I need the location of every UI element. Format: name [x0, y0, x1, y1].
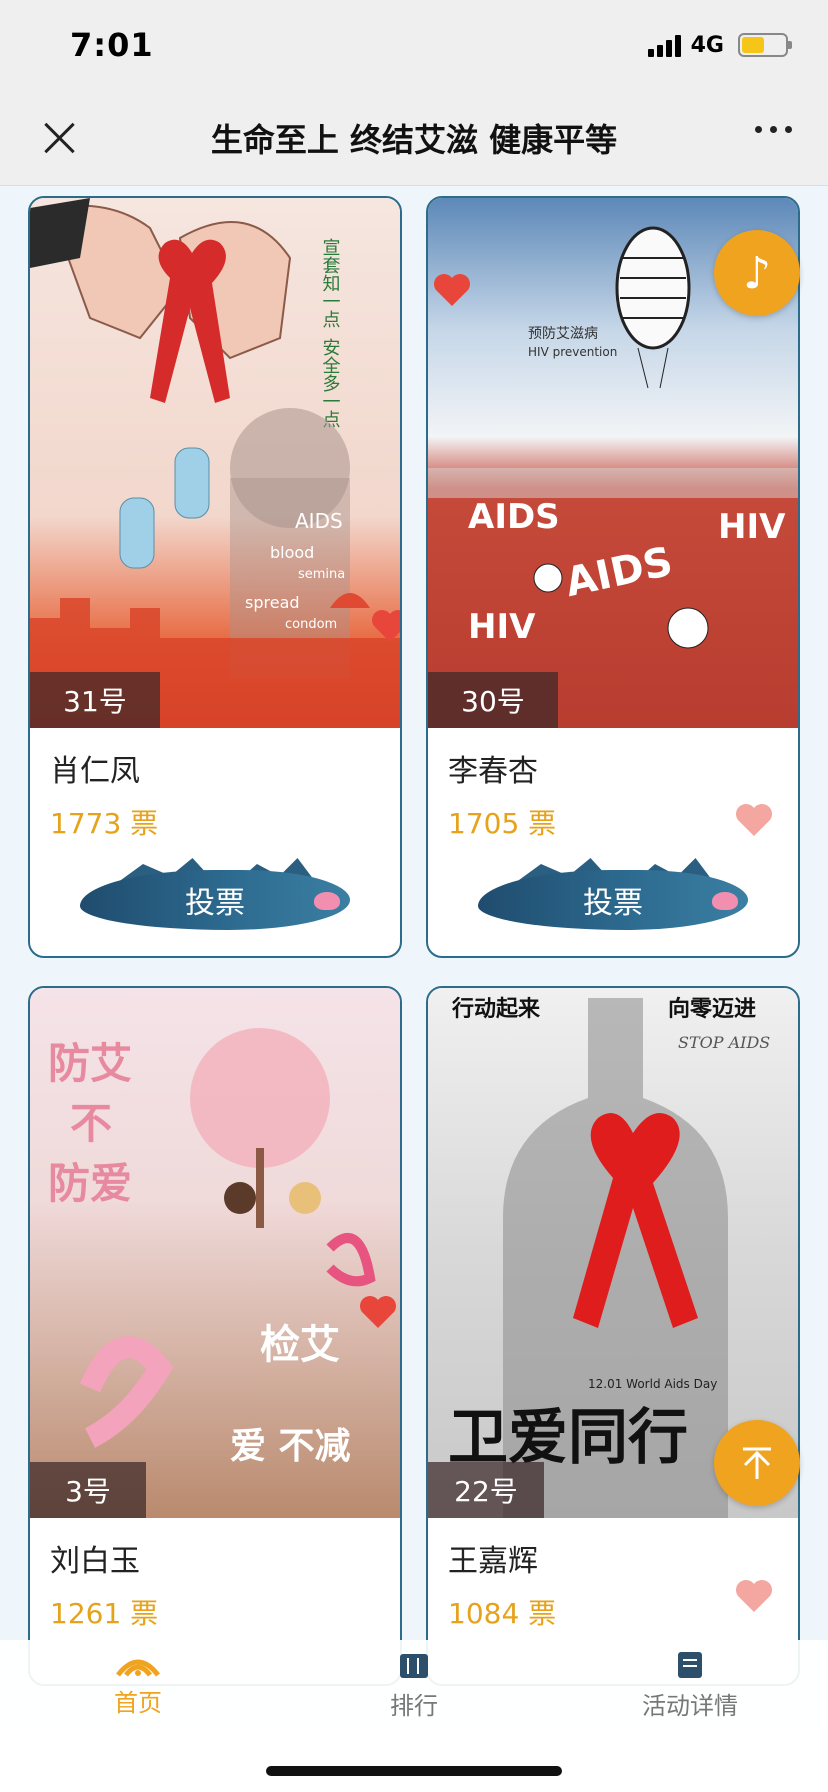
- svg-text:spread: spread: [245, 593, 300, 612]
- vote-button[interactable]: 投票: [80, 858, 350, 940]
- page-title: 生命至上 终结艾滋 健康平等: [210, 120, 618, 159]
- entry-votes: 1084 票: [448, 1597, 557, 1630]
- bottom-safe-area: [0, 1730, 828, 1792]
- like-heart-icon[interactable]: [734, 1578, 774, 1614]
- tab-ranking-label: 排行: [390, 1691, 438, 1720]
- entry-number-badge: 22号: [428, 1462, 544, 1518]
- page: 7:01 4G 生命至上 终结艾滋 健康平等 宣套知一点 安全多一点 AIDS …: [0, 0, 828, 1792]
- entry-number-badge: 3号: [30, 1462, 146, 1518]
- svg-text:防爱: 防爱: [48, 1159, 132, 1208]
- svg-text:不: 不: [70, 1099, 112, 1148]
- ranking-icon: [400, 1653, 428, 1678]
- svg-text:semina: semina: [298, 567, 345, 582]
- entry-name: 肖仁凤: [50, 754, 140, 789]
- more-icon[interactable]: [755, 126, 792, 133]
- arrow-up-icon: [743, 1447, 771, 1479]
- poster-illustration: 宣套知一点 安全多一点 AIDS blood semina spread con…: [30, 198, 400, 728]
- entry-card[interactable]: 行动起来 向零迈进 STOP AIDS 12.01 World Aids Day…: [426, 986, 800, 1686]
- svg-text:AIDS: AIDS: [561, 539, 676, 606]
- status-bar: 7:01 4G: [0, 0, 828, 90]
- home-indicator[interactable]: [266, 1766, 562, 1776]
- status-indicators: 4G: [647, 32, 792, 58]
- svg-text:HIV prevention: HIV prevention: [528, 345, 617, 359]
- svg-text:预防艾滋病: 预防艾滋病: [528, 326, 598, 342]
- vote-button-label: 投票: [583, 886, 643, 921]
- poster-illustration: 防艾 不 防爱 检艾 爱 不减: [48, 1028, 376, 1467]
- heart-icon: [432, 272, 472, 308]
- svg-text:AIDS: AIDS: [295, 509, 343, 533]
- back-to-top-button[interactable]: [714, 1420, 800, 1506]
- entry-number-badge: 31号: [30, 672, 160, 728]
- music-note-icon: ♪: [742, 247, 772, 299]
- svg-text:HIV: HIV: [468, 607, 536, 647]
- svg-text:12.01 World Aids Day: 12.01 World Aids Day: [588, 1377, 717, 1391]
- document-icon: [678, 1651, 702, 1678]
- svg-text:AIDS: AIDS: [468, 497, 560, 537]
- tab-home-label: 首页: [114, 1688, 162, 1717]
- svg-text:STOP AIDS: STOP AIDS: [678, 1033, 770, 1052]
- like-heart-icon[interactable]: [734, 802, 774, 838]
- entry-name: 李春杏: [448, 754, 538, 789]
- vote-button-label: 投票: [185, 886, 245, 921]
- entry-poster[interactable]: 防艾 不 防爱 检艾 爱 不减 3号: [30, 988, 400, 1518]
- svg-text:行动起来: 行动起来: [451, 996, 541, 1022]
- svg-text:检艾: 检艾: [260, 1322, 340, 1368]
- entry-votes: 1773 票: [50, 807, 159, 840]
- tab-activity-details-label: 活动详情: [642, 1691, 738, 1720]
- heart-icon: [358, 1294, 398, 1330]
- svg-text:爱 不减: 爱 不减: [230, 1426, 351, 1467]
- svg-text:blood: blood: [270, 543, 314, 562]
- battery-icon: [738, 33, 792, 57]
- music-button[interactable]: ♪: [714, 230, 800, 316]
- entry-card[interactable]: 宣套知一点 安全多一点 AIDS blood semina spread con…: [28, 196, 402, 958]
- heart-icon: [370, 608, 400, 644]
- network-type: 4G: [690, 32, 724, 58]
- entry-name: 刘白玉: [50, 1544, 140, 1579]
- entry-votes: 1705 票: [448, 807, 557, 840]
- close-icon[interactable]: [36, 114, 84, 162]
- svg-text:防艾: 防艾: [48, 1039, 132, 1088]
- entry-poster[interactable]: 宣套知一点 安全多一点 AIDS blood semina spread con…: [30, 198, 400, 728]
- vote-button[interactable]: 投票: [478, 858, 748, 940]
- svg-text:向零迈进: 向零迈进: [668, 996, 756, 1022]
- entry-name: 王嘉辉: [448, 1544, 538, 1579]
- tab-activity-details[interactable]: 活动详情: [552, 1640, 828, 1730]
- signal-icon: [647, 33, 681, 57]
- bottom-tab-bar: 首页 排行 活动详情: [0, 1640, 828, 1730]
- svg-text:condom: condom: [285, 617, 337, 632]
- entry-votes: 1261 票: [50, 1597, 159, 1630]
- svg-text:宣套知一点: 宣套知一点: [320, 238, 341, 328]
- tab-home[interactable]: 首页: [0, 1640, 276, 1730]
- home-icon: [116, 1659, 160, 1677]
- entry-number-badge: 30号: [428, 672, 558, 728]
- nav-bar: 生命至上 终结艾滋 健康平等: [0, 90, 828, 186]
- tab-ranking[interactable]: 排行: [276, 1640, 552, 1730]
- svg-text:HIV: HIV: [718, 507, 786, 547]
- status-time: 7:01: [70, 26, 154, 64]
- entry-card[interactable]: 防艾 不 防爱 检艾 爱 不减 3号 刘白玉 1261 票: [28, 986, 402, 1686]
- svg-text:安全多一点: 安全多一点: [320, 338, 341, 428]
